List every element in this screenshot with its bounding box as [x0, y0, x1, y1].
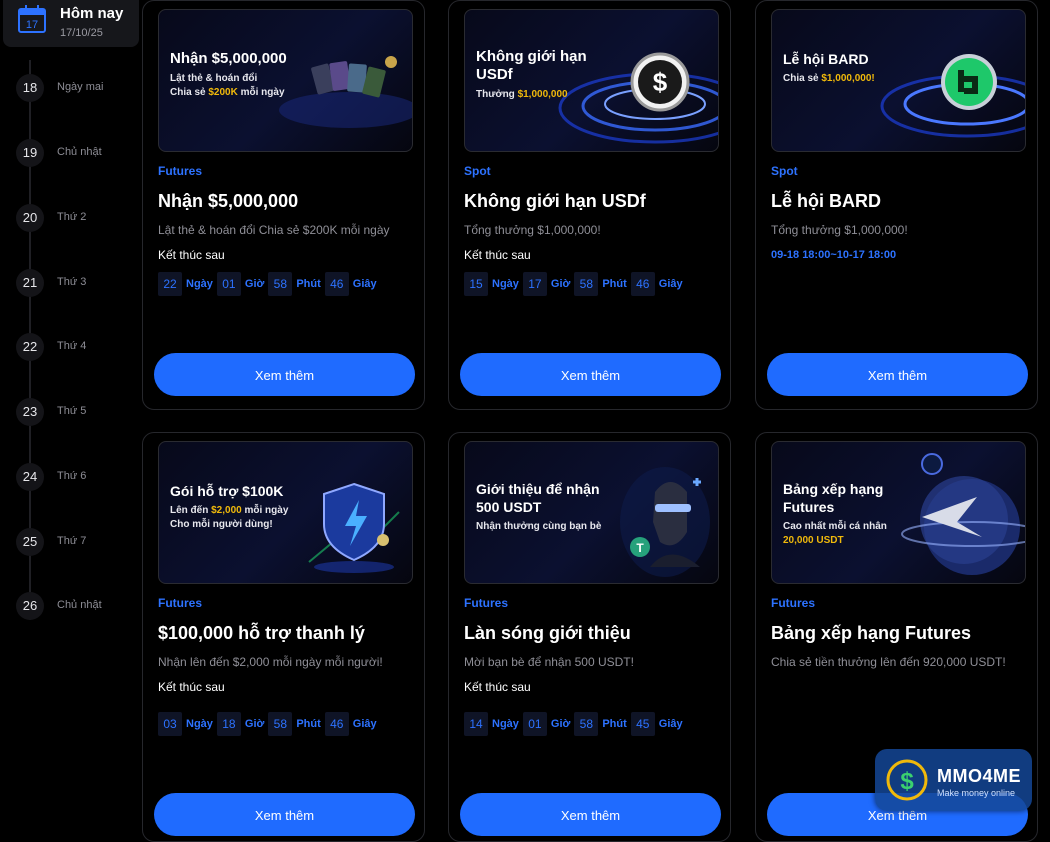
today-title: Hôm nay [60, 5, 124, 22]
countdown-timer: 22 Ngày 01 Giờ 58 Phút 46 Giây [158, 272, 381, 296]
date-sidebar: 17 Hôm nay 17/10/25 18 Ngày mai 19 Chủ n… [0, 0, 140, 828]
ends-in-label: Kết thúc sau [464, 680, 531, 694]
event-card[interactable]: $ Không giới hạn USDf Thưởng $1,000,000 … [448, 0, 731, 410]
date-item[interactable]: 18 Ngày mai [0, 74, 140, 104]
view-more-button[interactable]: Xem thêm [460, 353, 721, 396]
event-category: Futures [771, 596, 816, 610]
date-item[interactable]: 23 Thứ 5 [0, 398, 140, 428]
ends-in-label: Kết thúc sau [158, 680, 225, 694]
day-label: Ngày mai [57, 81, 104, 93]
banner-subtitle: Nhận thưởng cùng bạn bè [476, 521, 602, 532]
event-category: Spot [464, 164, 491, 178]
view-more-button[interactable]: Xem thêm [154, 793, 415, 836]
mmo4me-watermark: $ MMO4ME Make money online [875, 749, 1032, 811]
day-number: 24 [16, 463, 44, 491]
day-label: Chủ nhật [57, 146, 102, 158]
view-more-button[interactable]: Xem thêm [154, 353, 415, 396]
event-category: Futures [158, 164, 203, 178]
event-title: Lễ hội BARD [771, 191, 881, 211]
event-category: Spot [771, 164, 798, 178]
svg-text:17: 17 [26, 19, 38, 31]
event-banner[interactable]: Nhận $5,000,000 Lật thẻ & hoán đổi Chia … [158, 9, 413, 152]
event-card[interactable]: T Giới thiệu để nhận 500 USDT Nhận thưởn… [448, 432, 731, 842]
banner-subtitle: Thưởng $1,000,000 [476, 89, 568, 100]
event-title: Nhận $5,000,000 [158, 191, 299, 211]
event-description: Tổng thưởng $1,000,000! [771, 223, 908, 237]
event-banner[interactable]: T Giới thiệu để nhận 500 USDT Nhận thưởn… [464, 441, 719, 584]
day-label: Thứ 4 [57, 340, 87, 352]
date-item-today[interactable]: 17 Hôm nay 17/10/25 [3, 0, 139, 47]
date-item[interactable]: 22 Thứ 4 [0, 333, 140, 363]
event-date-range: 09-18 18:00~10-17 18:00 [771, 249, 897, 261]
day-number: 26 [16, 592, 44, 620]
day-number: 23 [16, 398, 44, 426]
day-number: 25 [16, 528, 44, 556]
event-description: Mời bạn bè để nhận 500 USDT! [464, 655, 634, 669]
view-more-button[interactable]: Xem thêm [767, 353, 1028, 396]
event-category: Futures [158, 596, 203, 610]
event-card[interactable]: Lễ hội BARD Chia sẻ $1,000,000! Spot Lễ … [755, 0, 1038, 410]
banner-title: Bảng xếp hạng Futures [783, 481, 884, 515]
svg-text:T: T [636, 541, 644, 555]
day-number: 20 [16, 204, 44, 232]
day-number: 22 [16, 333, 44, 361]
date-item[interactable]: 24 Thứ 6 [0, 463, 140, 493]
day-number: 21 [16, 269, 44, 297]
date-item[interactable]: 19 Chủ nhật [0, 139, 140, 169]
today-date: 17/10/25 [60, 27, 103, 39]
banner-subtitle: Lật thẻ & hoán đổi Chia sẻ $200K mỗi ngà… [170, 73, 285, 98]
day-label: Thứ 7 [57, 535, 87, 547]
watermark-tagline: Make money online [937, 788, 1016, 798]
event-banner[interactable]: Lễ hội BARD Chia sẻ $1,000,000! [771, 9, 1026, 152]
watermark-brand: MMO4ME [937, 766, 1021, 786]
date-item[interactable]: 25 Thứ 7 [0, 528, 140, 558]
day-label: Chủ nhật [57, 599, 102, 611]
countdown-timer: 03 Ngày 18 Giờ 58 Phút 46 Giây [158, 712, 381, 736]
svg-text:$: $ [900, 768, 914, 795]
day-label: Thứ 2 [57, 211, 87, 223]
date-item[interactable]: 21 Thứ 3 [0, 269, 140, 299]
day-label: Thứ 6 [57, 470, 87, 482]
banner-title: Không giới hạn USDf [476, 48, 587, 83]
event-card[interactable]: Nhận $5,000,000 Lật thẻ & hoán đổi Chia … [142, 0, 425, 410]
event-description: Lật thẻ & hoán đổi Chia sẻ $200K mỗi ngà… [158, 223, 390, 237]
event-category: Futures [464, 596, 509, 610]
event-description: Tổng thưởng $1,000,000! [464, 223, 601, 237]
date-item[interactable]: 20 Thứ 2 [0, 204, 140, 234]
countdown-timer: 14 Ngày 01 Giờ 58 Phút 45 Giây [464, 712, 687, 736]
svg-text:$: $ [653, 67, 668, 97]
day-label: Thứ 3 [57, 276, 87, 288]
banner-title: Lễ hội BARD [783, 51, 869, 67]
calendar-icon: 17 [18, 5, 46, 33]
event-title: Bảng xếp hạng Futures [771, 623, 972, 643]
banner-title: Nhận $5,000,000 [170, 50, 287, 67]
event-title: Làn sóng giới thiệu [464, 623, 631, 643]
banner-title: Giới thiệu để nhận 500 USDT [476, 481, 600, 515]
ends-in-label: Kết thúc sau [464, 248, 531, 262]
banner-subtitle: Cao nhất mỗi cá nhân 20,000 USDT [783, 521, 887, 546]
event-card[interactable]: Gói hỗ trợ $100K Lên đến $2,000 mỗi ngày… [142, 432, 425, 842]
view-more-button[interactable]: Xem thêm [460, 793, 721, 836]
event-banner[interactable]: $ Không giới hạn USDf Thưởng $1,000,000 [464, 9, 719, 152]
date-item[interactable]: 26 Chủ nhật [0, 592, 140, 622]
day-number: 18 [16, 74, 44, 102]
banner-title: Gói hỗ trợ $100K [170, 483, 284, 499]
event-title: $100,000 hỗ trợ thanh lý [158, 623, 365, 643]
event-description: Nhận lên đến $2,000 mỗi ngày mỗi người! [158, 655, 383, 669]
day-number: 19 [16, 139, 44, 167]
dollar-coin-icon: $ [886, 759, 928, 801]
ends-in-label: Kết thúc sau [158, 248, 225, 262]
event-banner[interactable]: Gói hỗ trợ $100K Lên đến $2,000 mỗi ngày… [158, 441, 413, 584]
event-banner[interactable]: Bảng xếp hạng Futures Cao nhất mỗi cá nh… [771, 441, 1026, 584]
event-description: Chia sẻ tiền thưởng lên đến 920,000 USDT… [771, 655, 1006, 669]
banner-subtitle: Chia sẻ $1,000,000! [783, 73, 875, 84]
event-title: Không giới hạn USDf [464, 191, 646, 211]
countdown-timer: 15 Ngày 17 Giờ 58 Phút 46 Giây [464, 272, 687, 296]
banner-subtitle: Lên đến $2,000 mỗi ngày Cho mỗi người dù… [170, 505, 289, 530]
day-label: Thứ 5 [57, 405, 87, 417]
